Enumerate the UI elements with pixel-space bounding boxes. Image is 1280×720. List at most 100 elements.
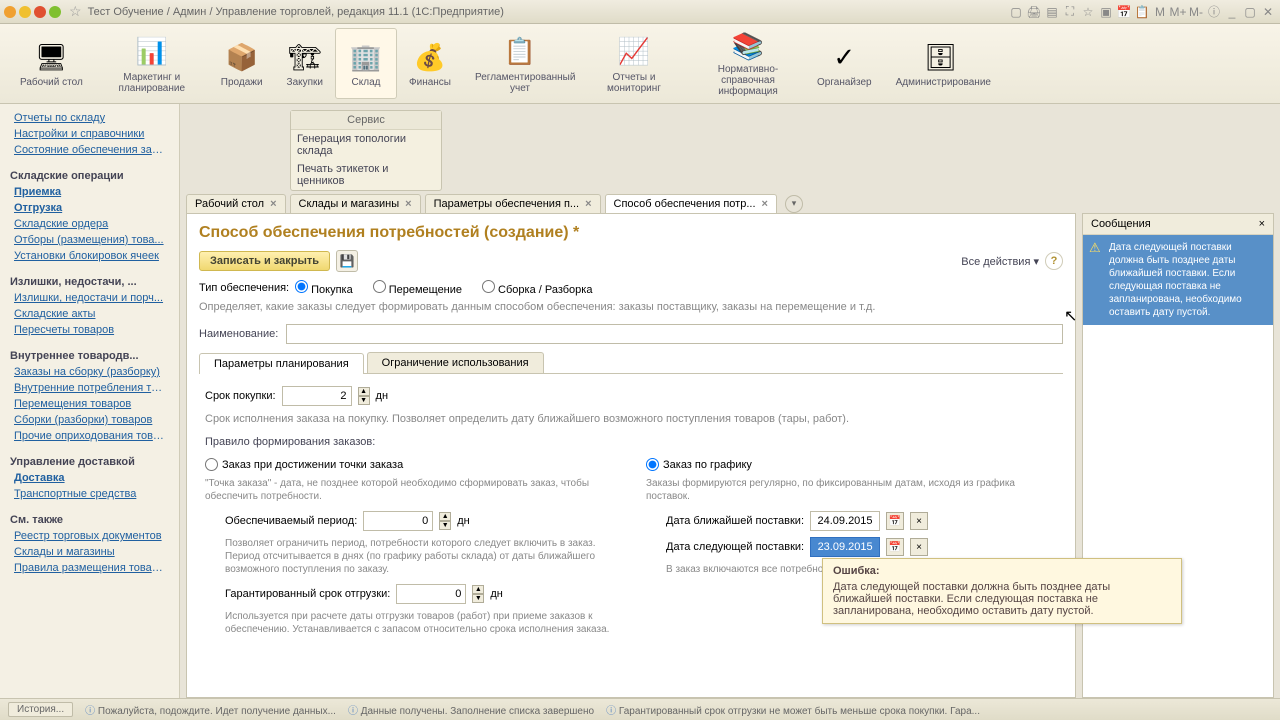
save-close-button[interactable]: Записать и закрыть <box>199 251 330 271</box>
tab-warehouses[interactable]: Склады и магазины× <box>290 194 421 213</box>
name-input[interactable] <box>286 324 1063 344</box>
clear-icon[interactable]: × <box>910 512 928 530</box>
calc-icon[interactable]: 📋 <box>1134 4 1150 20</box>
period-spinner[interactable]: ▲▼ <box>439 512 451 530</box>
tb-admin[interactable]: 🗄Администрирование <box>884 28 998 99</box>
tabs-dropdown-icon[interactable]: ▾ <box>785 195 803 213</box>
nav-link[interactable]: Склады и магазины <box>0 544 179 560</box>
tb-marketing[interactable]: 📊Маркетинг и планирование <box>95 28 209 99</box>
tb-btn[interactable]: 🖨 <box>1026 4 1042 20</box>
tb-accounting[interactable]: 📋Регламентированный учет <box>463 28 577 99</box>
help-icon[interactable]: ? <box>1045 252 1063 270</box>
nav-link[interactable]: Прочие оприходования това... <box>0 428 179 444</box>
radio-purchase[interactable]: Покупка <box>295 280 353 296</box>
nav-link[interactable]: Доставка <box>0 470 179 486</box>
dot-icon <box>19 6 31 18</box>
tb-btn[interactable]: ▢ <box>1008 4 1024 20</box>
tab-desktop[interactable]: Рабочий стол× <box>186 194 286 213</box>
tab-close-icon[interactable]: × <box>270 198 276 210</box>
minimize-btn[interactable]: _ <box>1224 4 1240 20</box>
nav-link[interactable]: Внутренние потребления то... <box>0 380 179 396</box>
save-icon-button[interactable]: 💾 <box>336 250 358 272</box>
tb-warehouse[interactable]: 🏢Склад <box>335 28 397 99</box>
radio-input[interactable] <box>295 280 308 293</box>
close-icon[interactable]: × <box>1259 218 1265 230</box>
radio-input[interactable] <box>482 280 495 293</box>
tb-btn[interactable]: ▣ <box>1098 4 1114 20</box>
window-titlebar: ☆ Тест Обучение / Админ / Управление тор… <box>0 0 1280 24</box>
tab-params[interactable]: Параметры обеспечения п...× <box>425 194 601 213</box>
tab-close-icon[interactable]: × <box>762 198 768 210</box>
nav-link[interactable]: Настройки и справочники <box>0 126 179 142</box>
guarantee-input[interactable] <box>396 584 466 604</box>
star-icon[interactable]: ☆ <box>1080 4 1096 20</box>
tb-sales[interactable]: 📦Продажи <box>209 28 275 99</box>
m-plus-btn[interactable]: M+ <box>1170 4 1186 20</box>
calendar-icon[interactable]: 📅 <box>886 512 904 530</box>
type-radios: Тип обеспечения: Покупка Перемещение Сбо… <box>199 280 1063 296</box>
nav-link[interactable]: Реестр торговых документов <box>0 528 179 544</box>
subtab-planning[interactable]: Параметры планирования <box>199 353 364 374</box>
nav-link[interactable]: Отборы (размещения) това... <box>0 232 179 248</box>
clear-icon[interactable]: × <box>910 538 928 556</box>
dot-icon <box>34 6 46 18</box>
term-spinner[interactable]: ▲▼ <box>358 387 370 405</box>
tab-close-icon[interactable]: × <box>585 198 591 210</box>
tb-desktop[interactable]: 🖥Рабочий стол <box>8 28 95 99</box>
info-icon[interactable]: ⓘ <box>1206 4 1222 20</box>
dot-icon <box>4 6 16 18</box>
error-tooltip: Ошибка: Дата следующей поставки должна б… <box>822 558 1182 624</box>
nearest-date-input[interactable] <box>810 511 880 531</box>
form-title: Способ обеспечения потребностей (создани… <box>199 224 1063 242</box>
nav-link[interactable]: Излишки, недостачи и порч... <box>0 290 179 306</box>
nav-link[interactable]: Установки блокировок ячеек <box>0 248 179 264</box>
all-actions-link[interactable]: Все действия ▾ <box>961 255 1039 268</box>
tb-finance[interactable]: 💰Финансы <box>397 28 463 99</box>
window-dots <box>4 6 61 18</box>
close-btn[interactable]: ✕ <box>1260 4 1276 20</box>
titlebar-right-buttons: ▢ 🖨 ▤ ⛶ ☆ ▣ 📅 📋 M M+ M- ⓘ _ ▢ ✕ <box>1008 4 1276 20</box>
m-minus-btn[interactable]: M- <box>1188 4 1204 20</box>
subtab-restriction[interactable]: Ограничение использования <box>367 352 544 373</box>
rule-radio1[interactable] <box>205 458 218 471</box>
tb-btn[interactable]: ⛶ <box>1062 4 1078 20</box>
favorite-icon[interactable]: ☆ <box>69 3 82 20</box>
m-btn[interactable]: M <box>1152 4 1168 20</box>
radio-move[interactable]: Перемещение <box>373 280 462 296</box>
tb-btn[interactable]: ▤ <box>1044 4 1060 20</box>
nav-link[interactable]: Отгрузка <box>0 200 179 216</box>
term-input[interactable] <box>282 386 352 406</box>
radio-input[interactable] <box>373 280 386 293</box>
tab-label: Способ обеспечения потр... <box>614 198 756 210</box>
building-icon: 🏢 <box>348 39 384 75</box>
nav-link[interactable]: Сборки (разборки) товаров <box>0 412 179 428</box>
nav-link[interactable]: Отчеты по складу <box>0 110 179 126</box>
radio-assembly[interactable]: Сборка / Разборка <box>482 280 592 296</box>
maximize-btn[interactable]: ▢ <box>1242 4 1258 20</box>
tab-method[interactable]: Способ обеспечения потр... × <box>605 194 777 213</box>
window-title: Тест Обучение / Админ / Управление торго… <box>88 6 1008 18</box>
nav-link[interactable]: Приемка <box>0 184 179 200</box>
guarantee-spinner[interactable]: ▲▼ <box>472 585 484 603</box>
tb-reference[interactable]: 📚Нормативно-справочная информация <box>691 28 805 99</box>
history-button[interactable]: История... <box>8 702 73 717</box>
nav-link[interactable]: Заказы на сборку (разборку) <box>0 364 179 380</box>
calendar-icon[interactable]: 📅 <box>1116 4 1132 20</box>
tb-organizer[interactable]: ✓Органайзер <box>805 28 884 99</box>
nav-link[interactable]: Правила размещения товаров <box>0 560 179 576</box>
nav-link[interactable]: Складские ордера <box>0 216 179 232</box>
nav-link[interactable]: Перемещения товаров <box>0 396 179 412</box>
nav-link[interactable]: Транспортные средства <box>0 486 179 502</box>
next-date-input[interactable] <box>810 537 880 557</box>
tb-reports[interactable]: 📈Отчеты и мониторинг <box>577 28 691 99</box>
period-input[interactable] <box>363 511 433 531</box>
nav-link[interactable]: Пересчеты товаров <box>0 322 179 338</box>
tab-close-icon[interactable]: × <box>405 198 411 210</box>
nav-link[interactable]: Состояние обеспечения зака... <box>0 142 179 158</box>
calendar-icon[interactable]: 📅 <box>886 538 904 556</box>
message-item[interactable]: Дата следующей поставки должна быть позд… <box>1083 235 1273 325</box>
status-info: Данные получены. Заполнение списка завер… <box>348 702 594 717</box>
tb-purchases[interactable]: 🏗Закупки <box>275 28 335 99</box>
nav-link[interactable]: Складские акты <box>0 306 179 322</box>
rule-radio2[interactable] <box>646 458 659 471</box>
